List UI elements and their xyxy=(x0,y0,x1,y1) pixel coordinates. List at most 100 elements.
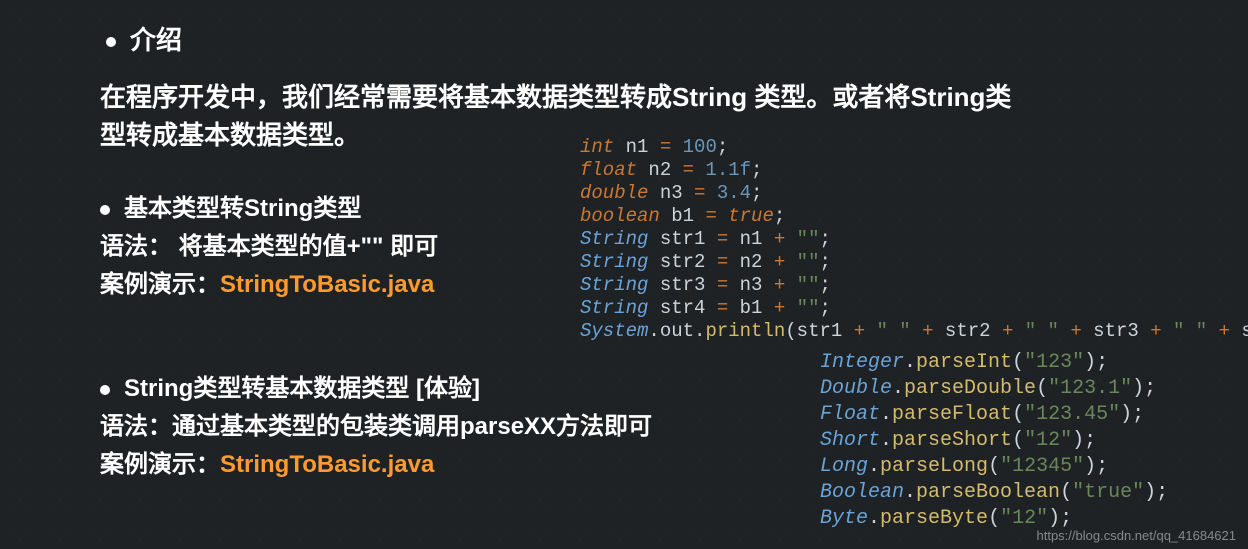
op: + xyxy=(854,320,865,342)
kw: boolean xyxy=(580,205,660,227)
op: + xyxy=(1150,320,1161,342)
str: "123.1" xyxy=(1048,377,1132,400)
op: = xyxy=(717,251,728,273)
cls: String xyxy=(580,297,648,319)
str: " " xyxy=(1162,320,1219,342)
p: ( xyxy=(1060,481,1072,504)
cls: Double xyxy=(820,377,892,400)
dot: . xyxy=(904,351,916,374)
expr: b1 xyxy=(728,297,774,319)
p: ); xyxy=(1084,455,1108,478)
var: str4 xyxy=(648,297,716,319)
sec1-demo-label: 案例演示： xyxy=(100,271,220,298)
kw: double xyxy=(580,182,648,204)
op: + xyxy=(922,320,933,342)
fn: parseLong xyxy=(880,455,988,478)
op: = xyxy=(660,136,671,158)
dot: . xyxy=(892,377,904,400)
cls: String xyxy=(580,251,648,273)
op: = xyxy=(705,205,716,227)
kw: true xyxy=(728,205,774,227)
op: + xyxy=(774,228,785,250)
var: b1 xyxy=(660,205,706,227)
semi: ; xyxy=(774,205,785,227)
var: n1 xyxy=(614,136,660,158)
expr: n3 xyxy=(728,274,774,296)
intro-line-1: 在程序开发中，我们经常需要将基本数据类型转成String 类型。或者将Strin… xyxy=(100,82,1011,112)
expr: str2 xyxy=(934,320,1002,342)
cls: Byte xyxy=(820,507,868,530)
str: "true" xyxy=(1072,481,1144,504)
dot: . xyxy=(868,455,880,478)
kw: int xyxy=(580,136,614,158)
op: + xyxy=(1219,320,1230,342)
num: 1.1f xyxy=(694,159,751,181)
fn: parseInt xyxy=(916,351,1012,374)
expr: .out. xyxy=(648,320,705,342)
section-string-to-basic: String类型转基本数据类型 [体验] 语法：通过基本类型的包装类调用pars… xyxy=(100,370,652,484)
section-basic-to-string: 基本类型转String类型 语法： 将基本类型的值+"" 即可 案例演示：Str… xyxy=(100,190,438,304)
bullet-icon xyxy=(100,385,110,395)
str: "123" xyxy=(1024,351,1084,374)
var: str3 xyxy=(648,274,716,296)
expr: n2 xyxy=(728,251,774,273)
p: ); xyxy=(1072,429,1096,452)
op: + xyxy=(774,251,785,273)
dot: . xyxy=(880,403,892,426)
p: ( xyxy=(1012,429,1024,452)
expr: n1 xyxy=(728,228,774,250)
str: "" xyxy=(785,228,819,250)
bullet-icon xyxy=(100,205,110,215)
p: ( xyxy=(1012,403,1024,426)
cls: String xyxy=(580,228,648,250)
watermark-text: https://blog.csdn.net/qq_41684621 xyxy=(1037,528,1237,543)
p: ); xyxy=(1144,481,1168,504)
code-block-2: Integer.parseInt("123"); Double.parseDou… xyxy=(820,350,1168,532)
str: "123.45" xyxy=(1024,403,1120,426)
var: n3 xyxy=(648,182,694,204)
p: ); xyxy=(1132,377,1156,400)
cls: Integer xyxy=(820,351,904,374)
dot: . xyxy=(880,429,892,452)
p: ); xyxy=(1084,351,1108,374)
str: "" xyxy=(785,274,819,296)
p: ( xyxy=(1012,351,1024,374)
semi: ; xyxy=(751,182,762,204)
num: 3.4 xyxy=(705,182,751,204)
var: n2 xyxy=(637,159,683,181)
code-block-1: int n1 = 100; float n2 = 1.1f; double n3… xyxy=(580,136,1248,343)
bullet-icon xyxy=(106,37,116,47)
expr: str3 xyxy=(1082,320,1150,342)
sec1-title: 基本类型转String类型 xyxy=(124,195,361,222)
sec2-demo-label: 案例演示： xyxy=(100,451,220,478)
expr: str4) xyxy=(1230,320,1248,342)
cls: Float xyxy=(820,403,880,426)
fn: parseFloat xyxy=(892,403,1012,426)
op: = xyxy=(717,297,728,319)
str: " " xyxy=(865,320,922,342)
sec2-file: StringToBasic.java xyxy=(220,451,434,478)
fn: parseDouble xyxy=(904,377,1036,400)
cls: Long xyxy=(820,455,868,478)
op: + xyxy=(1002,320,1013,342)
sec2-title: String类型转基本数据类型 [体验] xyxy=(124,375,480,402)
op: + xyxy=(774,274,785,296)
intro-line-2: 型转成基本数据类型。 xyxy=(100,120,360,150)
fn: parseByte xyxy=(880,507,988,530)
semi: ; xyxy=(819,251,830,273)
num: 100 xyxy=(671,136,717,158)
p: ( xyxy=(1036,377,1048,400)
header-text: 介绍 xyxy=(130,25,182,55)
op: + xyxy=(1070,320,1081,342)
semi: ; xyxy=(751,159,762,181)
sec2-syntax: 语法：通过基本类型的包装类调用parseXX方法即可 xyxy=(100,413,652,440)
op: = xyxy=(717,228,728,250)
semi: ; xyxy=(717,136,728,158)
slide-header: 介绍 xyxy=(106,20,182,57)
var: str2 xyxy=(648,251,716,273)
op: = xyxy=(683,159,694,181)
semi: ; xyxy=(819,297,830,319)
var: str1 xyxy=(648,228,716,250)
p: ( xyxy=(988,455,1000,478)
p: ( xyxy=(988,507,1000,530)
